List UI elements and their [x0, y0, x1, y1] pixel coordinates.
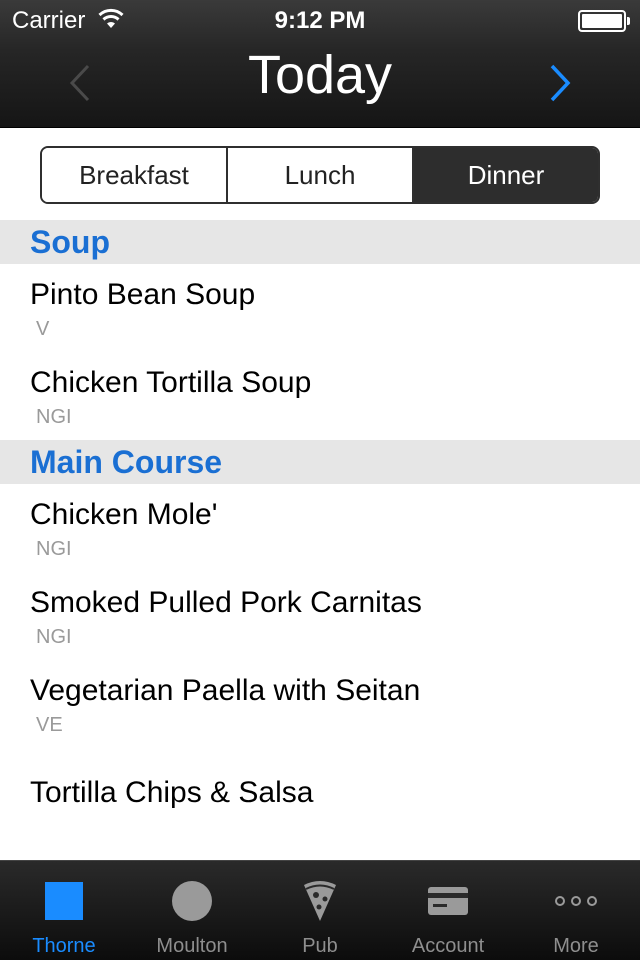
- item-dietary-tag: NGI: [36, 626, 72, 648]
- tab-thorne[interactable]: Thorne: [0, 861, 128, 960]
- list-item[interactable]: Smoked Pulled Pork Carnitas NGI: [0, 572, 640, 660]
- pizza-icon: [304, 881, 336, 921]
- segment-dinner[interactable]: Dinner: [412, 148, 598, 202]
- tab-bar: Thorne Moulton Pub Account More: [0, 860, 640, 960]
- item-dietary-tag: NGI: [36, 406, 72, 428]
- item-name: Chicken Mole': [30, 498, 218, 531]
- clock-time: 9:12 PM: [274, 7, 366, 34]
- square-icon: [45, 882, 83, 920]
- meal-segmented-control: Breakfast Lunch Dinner: [40, 146, 600, 204]
- tab-more[interactable]: More: [512, 861, 640, 960]
- item-name: Tortilla Chips & Salsa: [30, 776, 314, 809]
- item-dietary-tag: NGI: [36, 538, 72, 560]
- section-header-soup: Soup: [0, 220, 640, 264]
- tab-label: Account: [411, 935, 485, 957]
- navigation-header: Carrier 9:12 PM Today: [0, 0, 640, 128]
- item-name: Vegetarian Paella with Seitan: [30, 674, 421, 707]
- item-name: Pinto Bean Soup: [30, 278, 256, 311]
- tab-label: Moulton: [156, 935, 228, 957]
- card-icon: [428, 887, 468, 915]
- item-name: Chicken Tortilla Soup: [30, 366, 312, 399]
- tab-pub[interactable]: Pub: [256, 861, 384, 960]
- more-icon: [555, 896, 597, 906]
- list-item[interactable]: Pinto Bean Soup V: [0, 264, 640, 352]
- list-item[interactable]: Vegetarian Paella with Seitan VE: [0, 660, 640, 748]
- item-name: Smoked Pulled Pork Carnitas: [30, 586, 422, 619]
- item-dietary-tag: VE: [36, 714, 63, 736]
- tab-label: More: [553, 935, 599, 957]
- segment-breakfast[interactable]: Breakfast: [42, 148, 226, 202]
- tab-label: Pub: [302, 935, 338, 957]
- segment-lunch[interactable]: Lunch: [226, 148, 412, 202]
- status-bar: Carrier 9:12 PM: [0, 0, 640, 40]
- list-item[interactable]: Tortilla Chips & Salsa: [0, 748, 640, 848]
- list-item[interactable]: Chicken Tortilla Soup NGI: [0, 352, 640, 440]
- item-dietary-tag: V: [36, 318, 50, 340]
- circle-icon: [172, 881, 212, 921]
- battery-icon: [578, 10, 630, 32]
- list-item[interactable]: Chicken Mole' NGI: [0, 484, 640, 572]
- section-header-main-course: Main Course: [0, 440, 640, 484]
- tab-label: Thorne: [32, 935, 96, 957]
- tab-account[interactable]: Account: [384, 861, 512, 960]
- menu-list[interactable]: Soup Pinto Bean Soup V Chicken Tortilla …: [0, 220, 640, 860]
- chevron-right-icon[interactable]: [540, 58, 580, 108]
- tab-moulton[interactable]: Moulton: [128, 861, 256, 960]
